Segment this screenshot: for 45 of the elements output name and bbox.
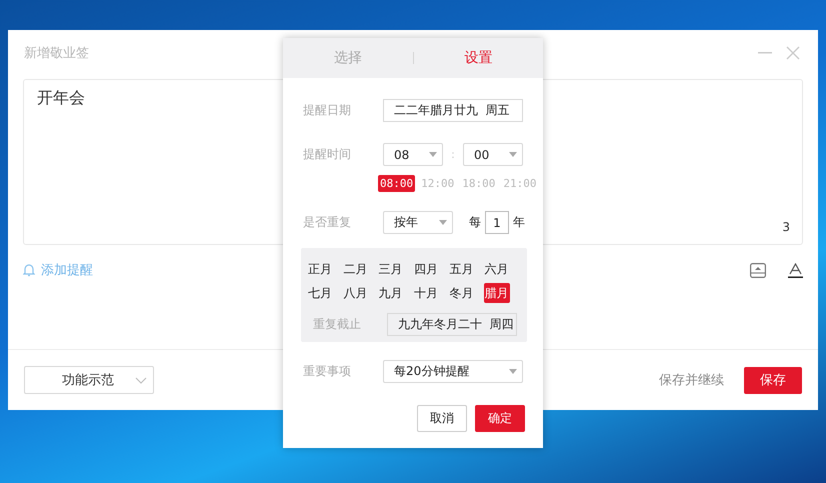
date-field[interactable]: 二二年腊月廿九 周五 xyxy=(383,99,523,122)
month-option[interactable]: 七月 xyxy=(307,283,333,303)
bell-icon xyxy=(23,263,35,277)
repeat-end-field[interactable]: 九九年冬月二十 周四 xyxy=(387,313,517,336)
month-option[interactable]: 三月 xyxy=(378,259,404,279)
save-button[interactable]: 保存 xyxy=(744,366,802,394)
month-option[interactable]: 八月 xyxy=(342,283,368,303)
hour-select[interactable]: 08 xyxy=(383,143,443,166)
month-option[interactable]: 腊月 xyxy=(484,283,510,303)
repeat-mode-select[interactable]: 按年 xyxy=(383,211,453,234)
character-count: 3 xyxy=(782,220,790,234)
note-text: 开年会 xyxy=(37,88,86,109)
month-option[interactable]: 二月 xyxy=(342,259,368,279)
every-label: 每 xyxy=(469,214,481,231)
month-option[interactable]: 正月 xyxy=(307,259,333,279)
dropdown-caret-icon xyxy=(439,220,447,225)
month-option[interactable]: 九月 xyxy=(378,283,404,303)
dropdown-caret-icon xyxy=(509,369,517,374)
inbox-icon[interactable] xyxy=(750,262,766,278)
dropdown-caret-icon xyxy=(509,152,517,157)
month-option[interactable]: 四月 xyxy=(412,259,439,279)
month-option[interactable]: 十月 xyxy=(412,283,439,303)
cancel-button[interactable]: 取消 xyxy=(417,405,467,432)
unit-label: 年 xyxy=(513,214,525,231)
month-option[interactable]: 六月 xyxy=(484,259,510,279)
confirm-button[interactable]: 确定 xyxy=(475,405,525,432)
tab[interactable]: 设置 xyxy=(414,38,543,78)
text-format-icon[interactable] xyxy=(788,262,803,278)
field-label: 提醒时间 xyxy=(303,146,352,163)
minute-select[interactable]: 00 xyxy=(463,143,523,166)
field-label: 重要事项 xyxy=(303,363,352,380)
important-select[interactable]: 每20分钟提醒 xyxy=(383,360,523,383)
save-and-continue-button[interactable]: 保存并继续 xyxy=(659,371,724,389)
demo-select[interactable]: 功能示范 xyxy=(24,366,154,394)
repeat-count-field[interactable]: 1 xyxy=(485,211,509,234)
month-option[interactable]: 五月 xyxy=(448,259,474,279)
time-separator: : xyxy=(450,148,456,161)
month-option[interactable]: 冬月 xyxy=(448,283,474,303)
window-title: 新增敬业签 xyxy=(24,44,89,62)
field-label: 重复截止 xyxy=(312,316,362,333)
dropdown-caret-icon xyxy=(429,152,437,157)
field-label: 提醒日期 xyxy=(303,102,352,119)
chevron-down-icon xyxy=(135,376,147,384)
field-label: 是否重复 xyxy=(303,214,352,231)
time-preset[interactable]: 08:00 xyxy=(378,175,416,192)
